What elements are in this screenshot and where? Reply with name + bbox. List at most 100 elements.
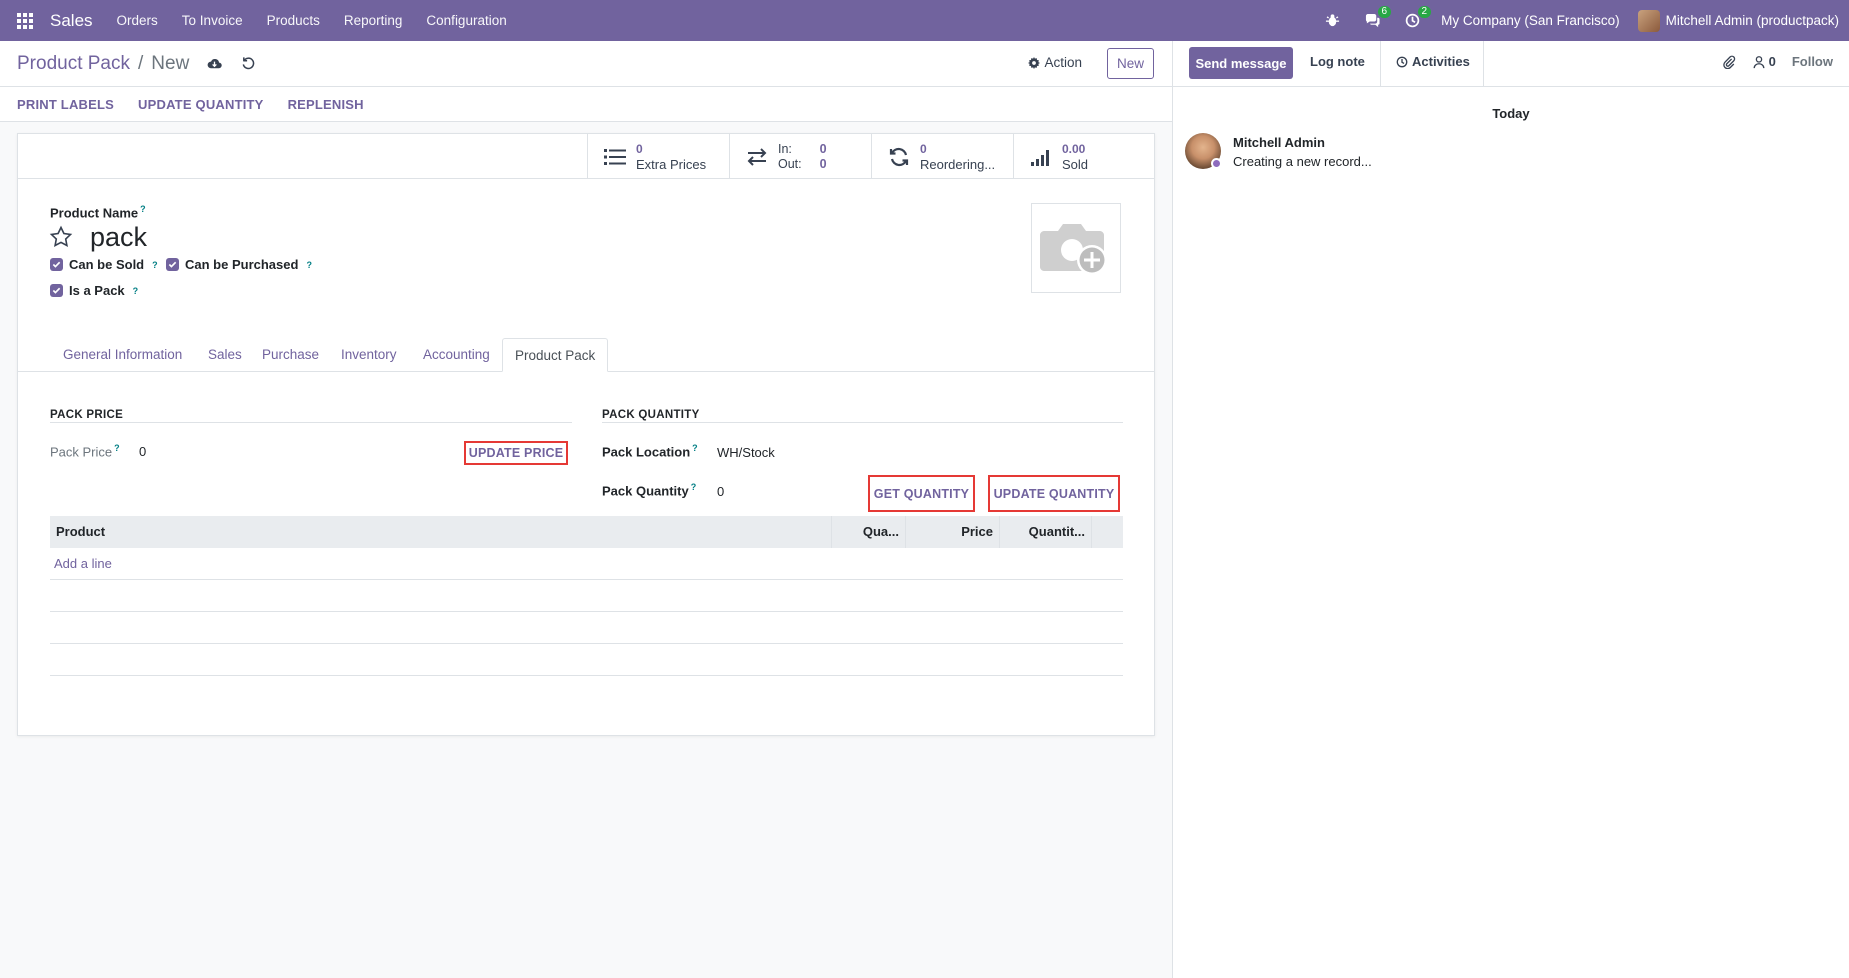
tab-purchase[interactable]: Purchase: [262, 338, 319, 372]
menu-products[interactable]: Products: [267, 13, 320, 28]
pack-quantity-value[interactable]: 0: [717, 484, 724, 499]
divider: [1380, 41, 1381, 87]
extra-prices-label: Extra Prices: [636, 156, 707, 172]
can-be-purchased-checkbox[interactable]: Can be Purchased?: [166, 257, 312, 272]
tab-sales[interactable]: Sales: [208, 338, 242, 372]
breadcrumb-current: New: [151, 52, 190, 74]
control-panel: Product Pack / New Action New: [0, 41, 1172, 87]
messages-badge: 6: [1377, 5, 1392, 18]
out-value: 0: [819, 156, 827, 171]
column-quantity[interactable]: Qua...: [832, 516, 906, 548]
table-row: [50, 580, 1123, 612]
in-out-button[interactable]: In: 0 Out: 0: [729, 134, 871, 179]
online-status-dot: [1211, 158, 1222, 169]
divider: [1483, 41, 1484, 87]
paperclip-icon[interactable]: [1722, 55, 1736, 69]
extra-prices-value: 0: [636, 141, 643, 156]
save-cloud-icon[interactable]: [205, 55, 223, 73]
menu-configuration[interactable]: Configuration: [426, 13, 506, 28]
camera-add-icon: [1040, 224, 1107, 275]
sold-label: Sold: [1062, 156, 1089, 172]
menu-to-invoice[interactable]: To Invoice: [182, 13, 243, 28]
table-row: [50, 644, 1123, 676]
debug-bug-icon[interactable]: [1321, 10, 1343, 32]
reordering-value: 0: [920, 141, 927, 156]
get-quantity-button[interactable]: GET QUANTITY: [868, 475, 975, 512]
menu-orders[interactable]: Orders: [117, 13, 158, 28]
replenish-button[interactable]: REPLENISH: [288, 97, 364, 112]
list-icon: [604, 148, 626, 165]
apps-menu-icon[interactable]: [0, 0, 50, 41]
gear-icon: [1028, 56, 1041, 69]
product-image-upload[interactable]: [1031, 203, 1121, 293]
is-a-pack-checkbox[interactable]: Is a Pack?: [50, 283, 138, 298]
form-sheet: 0 Extra Prices In: 0 Out: 0 0 Reordering..…: [17, 133, 1155, 736]
reordering-label: Reordering...: [920, 156, 996, 172]
pack-price-value[interactable]: 0: [139, 444, 146, 459]
tab-inventory[interactable]: Inventory: [341, 338, 397, 372]
extra-prices-button[interactable]: 0 Extra Prices: [587, 134, 729, 179]
followers-button[interactable]: 0: [1752, 54, 1776, 69]
table-row: Add a line: [50, 548, 1123, 580]
sold-value: 0.00: [1062, 141, 1086, 156]
pack-lines-table: Product Qua... Price Quantit... Add a li…: [50, 516, 1123, 676]
tab-accounting[interactable]: Accounting: [423, 338, 490, 372]
messages-icon[interactable]: 6: [1361, 5, 1392, 32]
pack-location-label: Pack Location?: [602, 443, 698, 460]
top-navbar: Sales Orders To Invoice Products Reporti…: [0, 0, 1849, 41]
table-row: [50, 612, 1123, 644]
user-avatar: [1637, 9, 1660, 32]
chatter-topbar: Send message Log note Activities 0 Follo…: [1173, 41, 1849, 87]
column-options: [1092, 516, 1123, 548]
out-label: Out:: [778, 156, 802, 171]
column-quantity-total[interactable]: Quantit...: [1000, 516, 1092, 548]
action-label: Action: [1044, 55, 1082, 70]
user-name: Mitchell Admin (productpack): [1665, 13, 1839, 28]
sold-button[interactable]: 0.00 Sold: [1013, 134, 1154, 179]
company-switcher[interactable]: My Company (San Francisco): [1441, 13, 1620, 28]
exchange-arrows-icon: [747, 147, 767, 166]
log-note-button[interactable]: Log note: [1310, 54, 1365, 69]
date-separator: Today: [1492, 106, 1530, 121]
update-quantity-header-button[interactable]: UPDATE QUANTITY: [138, 97, 264, 112]
help-tooltip[interactable]: ?: [140, 204, 146, 214]
app-brand[interactable]: Sales: [50, 11, 93, 31]
activities-badge: 2: [1417, 5, 1432, 18]
breadcrumb-parent[interactable]: Product Pack: [17, 53, 130, 75]
add-line-link[interactable]: Add a line: [50, 548, 1123, 580]
action-menu-button[interactable]: Action: [1028, 55, 1082, 70]
activities-button[interactable]: Activities: [1396, 54, 1470, 69]
update-quantity-button[interactable]: UPDATE QUANTITY: [988, 475, 1120, 512]
tab-general-information[interactable]: General Information: [63, 338, 182, 372]
follow-button[interactable]: Follow: [1792, 54, 1833, 69]
pack-quantity-section-title: PACK QUANTITY: [602, 409, 1123, 423]
reordering-button[interactable]: 0 Reordering...: [871, 134, 1013, 179]
pack-quantity-label: Pack Quantity?: [602, 482, 697, 499]
tab-product-pack[interactable]: Product Pack: [502, 338, 609, 372]
user-menu[interactable]: Mitchell Admin (productpack): [1637, 9, 1839, 32]
print-labels-button[interactable]: PRINT LABELS: [17, 97, 114, 112]
activities-clock-icon[interactable]: 2: [1401, 5, 1432, 32]
can-be-sold-checkbox[interactable]: Can be Sold?: [50, 257, 158, 272]
discard-undo-icon[interactable]: [239, 55, 257, 73]
send-message-button[interactable]: Send message: [1189, 47, 1293, 79]
pack-price-label: Pack Price?: [50, 443, 120, 460]
column-product[interactable]: Product: [50, 516, 832, 548]
message-body: Creating a new record...: [1233, 154, 1372, 169]
update-price-button[interactable]: UPDATE PRICE: [464, 441, 568, 465]
signal-bars-icon: [1031, 149, 1049, 166]
pack-location-value[interactable]: WH/Stock: [717, 445, 775, 460]
new-record-button[interactable]: New: [1107, 48, 1154, 79]
product-name-input[interactable]: pack: [90, 222, 147, 253]
chatter-panel: Send message Log note Activities 0 Follo…: [1172, 41, 1849, 978]
column-price[interactable]: Price: [906, 516, 1000, 548]
menu-reporting[interactable]: Reporting: [344, 13, 403, 28]
in-label: In:: [778, 141, 792, 156]
favorite-star-icon[interactable]: [49, 225, 73, 249]
notebook-tabs: General Information Sales Purchase Inven…: [18, 338, 1154, 372]
form-statusbar: PRINT LABELS UPDATE QUANTITY REPLENISH: [0, 87, 1172, 122]
product-name-label: Product Name?: [50, 204, 146, 221]
message-author[interactable]: Mitchell Admin: [1233, 135, 1325, 150]
smart-button-box: 0 Extra Prices In: 0 Out: 0 0 Reordering..…: [18, 134, 1154, 179]
follower-user-icon: [1753, 55, 1765, 68]
